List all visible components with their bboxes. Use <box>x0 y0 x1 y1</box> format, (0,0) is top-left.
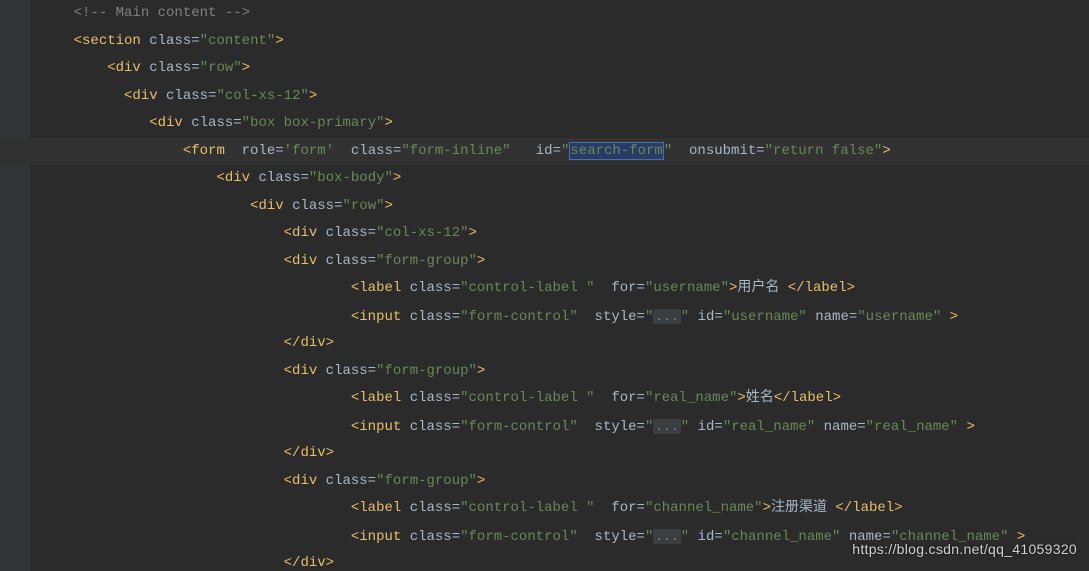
code-line[interactable]: <label class="control-label " for="usern… <box>40 275 1089 303</box>
code-line[interactable]: <div class="box-body"> <box>40 165 1089 193</box>
code-line[interactable]: </div> <box>40 330 1089 358</box>
watermark: https://blog.csdn.net/qq_41059320 <box>852 536 1077 564</box>
code-line[interactable]: <input class="form-control" style="..." … <box>40 413 1089 441</box>
code-area[interactable]: <!-- Main content --> <section class="co… <box>30 0 1089 571</box>
gutter <box>0 0 30 571</box>
code-line[interactable]: <div class="box box-primary"> <box>40 110 1089 138</box>
code-line[interactable]: <div class="row"> <box>40 193 1089 221</box>
code-line[interactable]: <div class="form-group"> <box>40 468 1089 496</box>
code-line[interactable]: <div class="row"> <box>40 55 1089 83</box>
code-line[interactable]: <!-- Main content --> <box>40 0 1089 28</box>
code-line[interactable]: <input class="form-control" style="..." … <box>40 303 1089 331</box>
code-line[interactable]: <section class="content"> <box>40 28 1089 56</box>
code-line[interactable]: <div class="col-xs-12"> <box>40 220 1089 248</box>
code-editor[interactable]: <!-- Main content --> <section class="co… <box>0 0 1089 571</box>
code-line[interactable]: <div class="form-group"> <box>40 248 1089 276</box>
code-line[interactable]: <label class="control-label " for="chann… <box>40 495 1089 523</box>
code-line[interactable]: <div class="form-group"> <box>40 358 1089 386</box>
code-line[interactable]: </div> <box>40 440 1089 468</box>
code-line[interactable]: <div class="col-xs-12"> <box>40 83 1089 111</box>
code-line[interactable]: <form role='form' class="form-inline" id… <box>40 138 1089 166</box>
code-line[interactable]: <label class="control-label " for="real_… <box>40 385 1089 413</box>
